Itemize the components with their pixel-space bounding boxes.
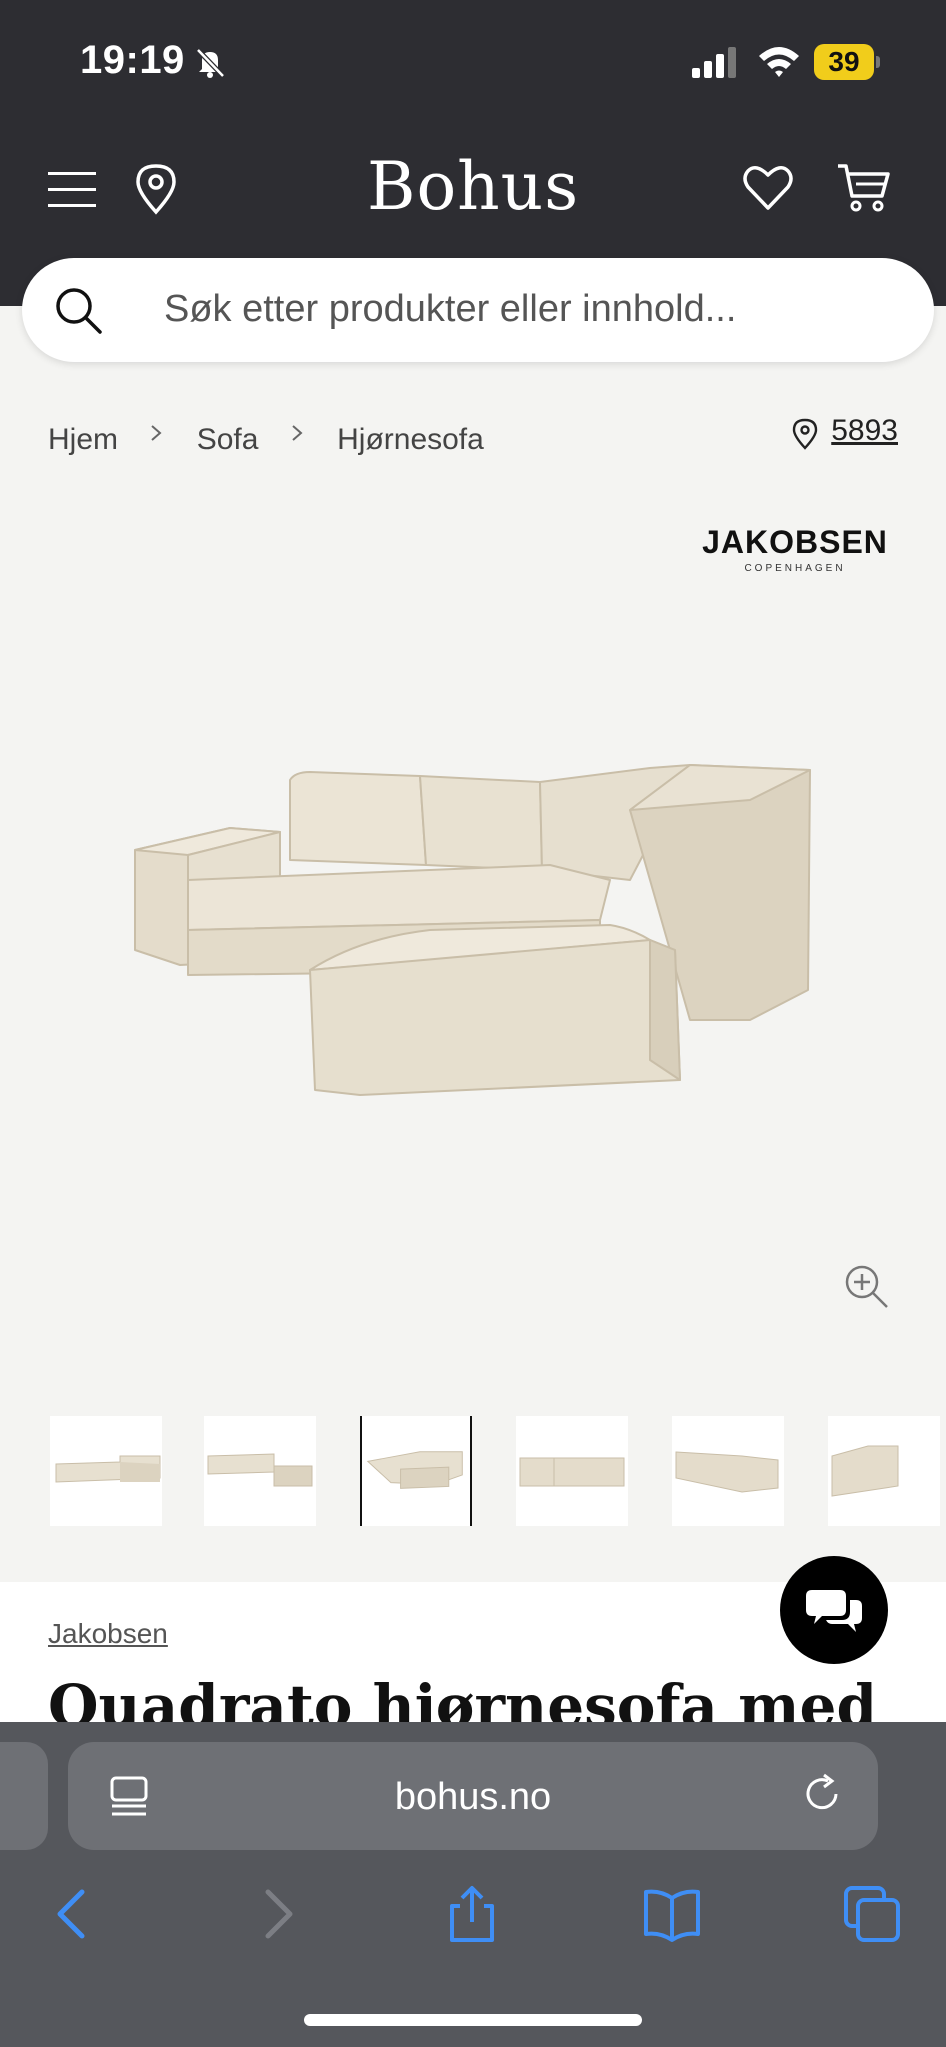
battery-level: 39 [828, 46, 860, 77]
search-input[interactable]: Søk etter produkter eller innhold... [164, 288, 736, 331]
wifi-icon [759, 47, 799, 77]
thumbnail-4[interactable] [516, 1416, 628, 1526]
brand-logo: JAKOBSEN COPENHAGEN [700, 524, 890, 574]
thumbnail-3-selected[interactable] [360, 1416, 472, 1526]
forward-icon[interactable] [246, 1884, 306, 1944]
battery-indicator: 39 [814, 44, 880, 80]
zoom-in-icon[interactable] [842, 1262, 890, 1310]
brand-logo-sub: COPENHAGEN [744, 563, 846, 574]
search-bar[interactable]: Søk etter produkter eller innhold... [22, 258, 934, 362]
chevron-right-icon [151, 425, 162, 441]
breadcrumb: Hjem Sofa Hjørnesofa [48, 418, 484, 457]
store-number-link[interactable]: 5893 [831, 414, 898, 447]
url-text[interactable]: bohus.no [68, 1776, 878, 1819]
chevron-right-icon [292, 425, 303, 441]
cart-icon[interactable] [836, 160, 892, 216]
reload-icon[interactable] [800, 1772, 846, 1818]
home-indicator[interactable] [304, 2014, 642, 2026]
bookmarks-icon[interactable] [642, 1884, 702, 1944]
thumbnail-1[interactable] [50, 1416, 162, 1526]
search-icon [56, 288, 102, 334]
bell-muted-icon [196, 48, 225, 78]
browser-toolbar: bohus.no [0, 1722, 946, 2047]
heart-icon[interactable] [740, 160, 796, 216]
share-icon[interactable] [442, 1884, 502, 1944]
location-pin-icon [793, 418, 818, 450]
tabs-icon[interactable] [842, 1884, 902, 1944]
brand-link[interactable]: Jakobsen [48, 1618, 168, 1650]
site-logo[interactable]: Bohus [0, 148, 946, 225]
brand-logo-name: JAKOBSEN [702, 524, 888, 560]
breadcrumb-sofa[interactable]: Sofa [197, 423, 259, 457]
chat-button[interactable] [780, 1556, 888, 1664]
address-bar[interactable]: bohus.no [68, 1742, 878, 1850]
thumbnail-6[interactable] [828, 1416, 940, 1526]
breadcrumb-home[interactable]: Hjem [48, 423, 118, 457]
back-icon[interactable] [44, 1884, 104, 1944]
thumbnail-5[interactable] [672, 1416, 784, 1526]
cellular-signal-icon [692, 47, 736, 78]
thumbnail-2[interactable] [204, 1416, 316, 1526]
thumbnail-strip [50, 1416, 946, 1526]
clock: 19:19 [80, 38, 185, 82]
product-image[interactable] [130, 760, 830, 1100]
status-bar: 19:19 39 [0, 0, 946, 120]
previous-tab-preview[interactable] [0, 1742, 48, 1850]
chat-bubbles-icon [806, 1590, 862, 1632]
breadcrumb-current: Hjørnesofa [337, 423, 484, 457]
selected-store[interactable]: 5893 [793, 414, 898, 450]
